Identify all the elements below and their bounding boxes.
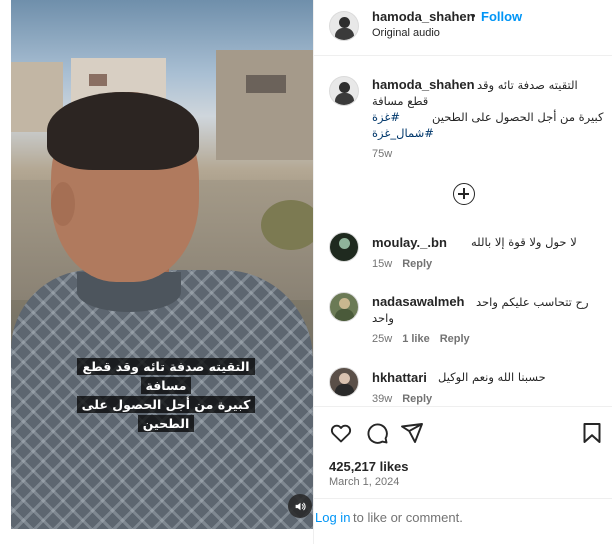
separator-dot: • — [471, 8, 476, 23]
comment-meta: 15w Reply — [372, 258, 432, 270]
comment-text: واحد — [372, 311, 394, 325]
comment-age[interactable]: 15w — [372, 258, 392, 270]
follow-button[interactable]: Follow — [481, 9, 522, 24]
background-building — [216, 50, 313, 160]
login-prompt-text: to like or comment. — [353, 510, 463, 525]
boy-ear — [51, 182, 75, 226]
video-caption-line: كبيرة من أجل الحصول على — [76, 396, 256, 413]
comment-username[interactable]: moulay._.bn — [372, 235, 447, 250]
reply-button[interactable]: Reply — [402, 393, 432, 405]
avatar[interactable] — [329, 76, 359, 106]
caption-text: كبيرة من أجل الحصول على الطحين — [432, 110, 604, 124]
comment-meta: 25w 1 like Reply — [372, 333, 470, 345]
video-caption-overlay: التقيته صدفة تائه وقد قطع مسافة كبيرة من… — [76, 358, 256, 432]
video-player[interactable]: التقيته صدفة تائه وقد قطع مسافة كبيرة من… — [11, 0, 313, 529]
comment-text: لا حول ولا قوة إلا بالله — [471, 235, 577, 249]
background-bush — [261, 200, 313, 250]
hashtag-link[interactable]: #شمال_غزة — [372, 126, 434, 140]
comment-meta: 39w Reply — [372, 393, 432, 405]
comment-text: حسبنا الله ونعم الوكيل — [438, 370, 546, 384]
speaker-icon — [295, 502, 306, 510]
video-caption-line: التقيته صدفة تائه وقد قطع — [77, 358, 255, 375]
heart-icon[interactable] — [329, 421, 353, 445]
comment-text: رح تتحاسب عليكم واحد — [476, 295, 589, 309]
post-date[interactable]: March 1, 2024 — [329, 476, 399, 488]
post-header: hamoda_shahen • Follow Original audio — [314, 0, 612, 56]
likes-count[interactable]: 425,217 likes — [329, 459, 409, 474]
login-link[interactable]: Log in — [315, 510, 350, 525]
comment-age[interactable]: 25w — [372, 333, 392, 345]
action-bar — [314, 406, 612, 458]
comment-username[interactable]: hkhattari — [372, 370, 427, 385]
video-caption-line: الطحين — [137, 415, 195, 432]
audio-label[interactable]: Original audio — [372, 27, 440, 39]
load-more-comments-button[interactable] — [453, 183, 475, 205]
comment-icon[interactable] — [365, 421, 389, 445]
avatar[interactable] — [329, 367, 359, 397]
comment-age[interactable]: 39w — [372, 393, 392, 405]
login-prompt: Log in to like or comment. — [314, 498, 612, 534]
comment-username[interactable]: nadasawalmeh — [372, 294, 465, 309]
share-icon[interactable] — [400, 421, 424, 445]
boy-hair — [47, 92, 199, 170]
bookmark-icon[interactable] — [580, 421, 604, 445]
reply-button[interactable]: Reply — [440, 333, 470, 345]
author-username[interactable]: hamoda_shahen — [372, 9, 475, 24]
avatar[interactable] — [329, 292, 359, 322]
hashtag-link[interactable]: #غزة — [372, 110, 400, 124]
caption-text: التقيته صدفة تائه وقد — [477, 78, 578, 92]
caption-username[interactable]: hamoda_shahen — [372, 77, 475, 92]
audio-toggle-button[interactable] — [288, 494, 312, 518]
comment-likes[interactable]: 1 like — [402, 333, 430, 345]
building-window — [246, 75, 286, 93]
building-window — [89, 74, 107, 86]
video-caption-line: مسافة — [140, 377, 192, 394]
caption-text: قطع مسافة — [372, 94, 429, 108]
post-panel: hamoda_shahen • Follow Original audio ha… — [313, 0, 612, 544]
avatar[interactable] — [329, 11, 359, 41]
post-age[interactable]: 75w — [372, 148, 392, 160]
avatar[interactable] — [329, 232, 359, 262]
reply-button[interactable]: Reply — [402, 258, 432, 270]
